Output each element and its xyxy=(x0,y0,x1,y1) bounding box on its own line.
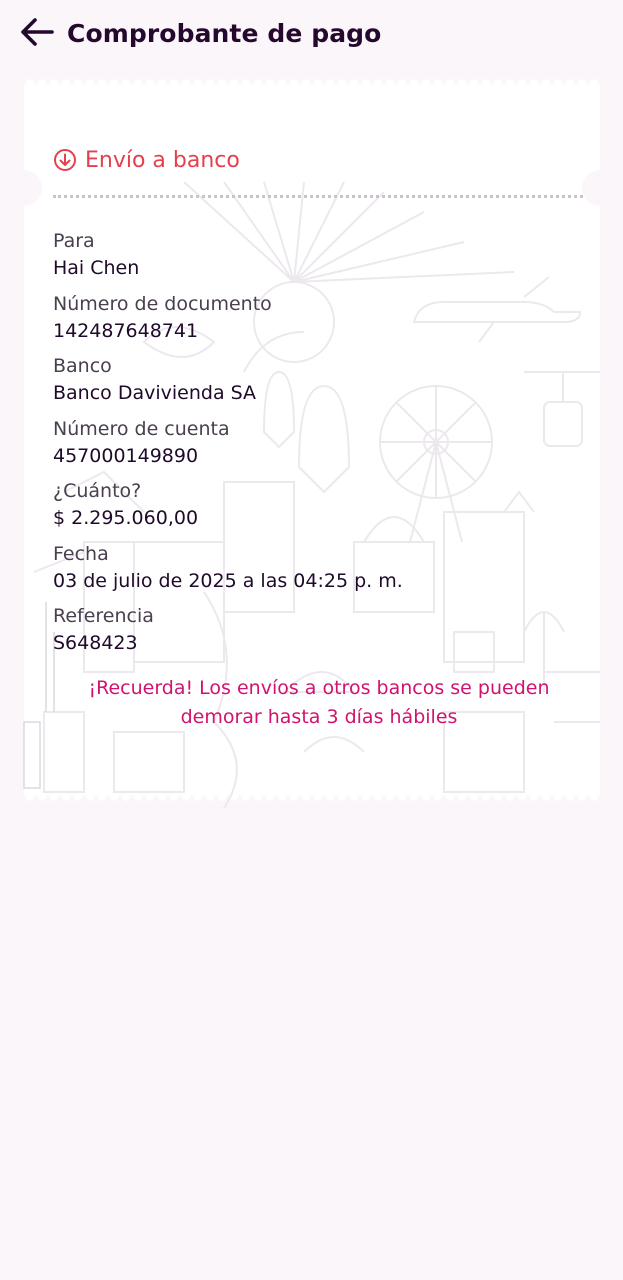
field-document-number: Número de documento 142487648741 xyxy=(53,291,583,354)
field-value: Hai Chen xyxy=(53,257,140,279)
back-arrow-icon[interactable] xyxy=(18,14,58,50)
field-bank: Banco Banco Davivienda SA xyxy=(53,353,583,416)
field-date: Fecha 03 de julio de 2025 a las 04:25 p.… xyxy=(53,541,583,604)
field-label: Número de documento xyxy=(53,292,272,315)
notice-line-1: ¡Recuerda! Los envíos a otros bancos se … xyxy=(88,677,550,699)
transfer-type-label: Envío a banco xyxy=(85,147,240,173)
field-recipient: Para Hai Chen xyxy=(53,228,583,291)
field-value: 03 de julio de 2025 a las 04:25 p. m. xyxy=(53,569,403,592)
field-value: Banco Davivienda SA xyxy=(53,382,257,404)
field-label: Para xyxy=(53,230,95,252)
header: Comprobante de pago xyxy=(0,0,623,72)
field-label: Fecha xyxy=(53,542,109,565)
notice-line-2: demorar hasta 3 días hábiles xyxy=(180,706,458,728)
field-value: 457000149890 xyxy=(53,444,199,467)
arrow-down-circle-icon xyxy=(54,149,76,171)
field-label: Banco xyxy=(53,355,112,377)
field-value: S648423 xyxy=(53,632,138,654)
receipt-details: Para Hai Chen Número de documento 142487… xyxy=(53,228,583,666)
field-value: $ 2.295.060,00 xyxy=(53,507,199,529)
field-account-number: Número de cuenta 457000149890 xyxy=(53,416,583,479)
field-amount: ¿Cuánto? $ 2.295.060,00 xyxy=(53,478,583,541)
field-label: ¿Cuánto? xyxy=(53,480,142,502)
bank-transfer-notice: ¡Recuerda! Los envíos a otros bancos se … xyxy=(64,674,574,732)
field-reference: Referencia S648423 xyxy=(53,603,583,666)
field-label: Referencia xyxy=(53,605,154,627)
transfer-type: Envío a banco xyxy=(53,144,240,176)
field-value: 142487648741 xyxy=(53,319,199,342)
page-title: Comprobante de pago xyxy=(67,19,382,48)
field-label: Número de cuenta xyxy=(53,417,230,440)
payment-receipt: Envío a banco Para Hai Chen Número de do… xyxy=(23,72,600,808)
divider xyxy=(53,195,583,198)
